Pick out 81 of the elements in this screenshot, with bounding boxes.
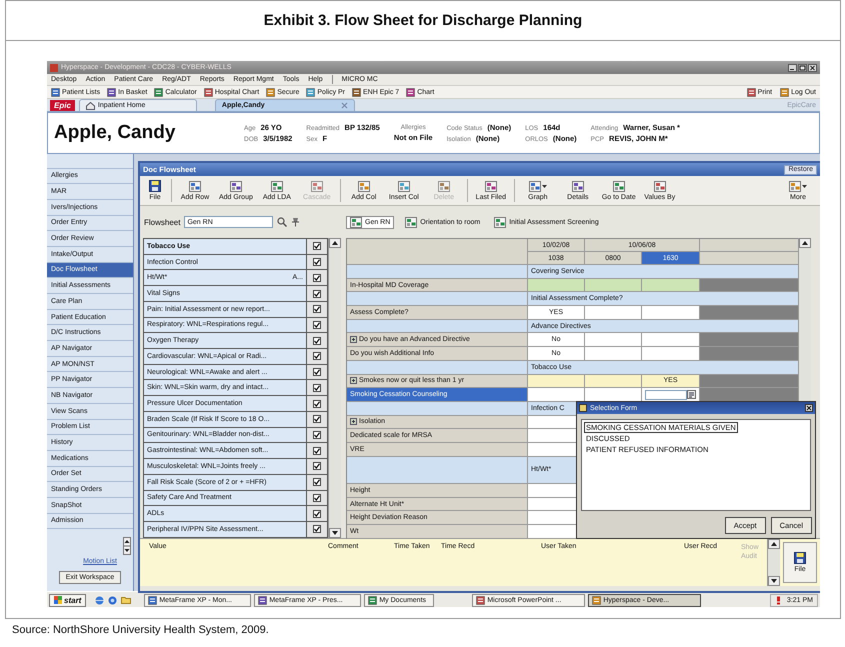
document-icon <box>306 88 316 96</box>
checkbox[interactable] <box>313 336 321 345</box>
minimize-icon[interactable] <box>788 64 797 72</box>
checkbox[interactable] <box>313 352 321 360</box>
grid-icon <box>405 216 418 228</box>
close-icon[interactable] <box>805 404 813 412</box>
arrow-down-icon[interactable] <box>329 528 341 538</box>
plus-box-icon <box>350 418 357 426</box>
document-icon <box>51 88 60 96</box>
maximize-icon[interactable] <box>798 64 807 72</box>
search-icon[interactable] <box>277 217 288 227</box>
arrow-up-icon[interactable] <box>768 539 780 549</box>
folder-icon[interactable] <box>121 596 132 604</box>
checkbox[interactable] <box>313 384 321 392</box>
grid-icon <box>572 180 584 192</box>
checkbox[interactable] <box>313 242 321 250</box>
document-icon <box>592 596 602 604</box>
grid-icon <box>358 180 370 192</box>
checkbox[interactable] <box>313 478 321 486</box>
grid-icon <box>612 180 625 192</box>
document-icon <box>266 88 276 96</box>
document-icon <box>154 88 164 96</box>
document-icon <box>352 88 362 96</box>
grid-icon <box>654 180 666 192</box>
grid-icon <box>310 180 323 192</box>
house-icon <box>86 102 95 110</box>
document-icon <box>204 88 213 96</box>
app-icon <box>50 64 58 72</box>
document-icon <box>148 596 158 604</box>
checkbox[interactable] <box>313 525 321 534</box>
plus-box-icon <box>350 377 357 384</box>
grid-icon <box>189 180 201 192</box>
grid-icon <box>528 180 541 192</box>
checkbox[interactable] <box>313 446 321 455</box>
grid-icon <box>350 216 362 228</box>
scroll-arrows-icon[interactable] <box>123 537 131 556</box>
checkbox[interactable] <box>313 400 321 408</box>
document-icon <box>107 88 116 96</box>
document-icon <box>476 596 486 604</box>
plus-box-icon <box>350 336 357 344</box>
grid-icon <box>494 216 506 228</box>
grid-icon <box>398 180 410 192</box>
exhibit-title: Exhibit 3. Flow Sheet for Discharge Planning <box>264 12 582 29</box>
alert-icon <box>774 596 782 604</box>
close-icon[interactable] <box>808 64 817 72</box>
logo: Epic <box>50 100 75 110</box>
checkbox[interactable] <box>313 305 321 314</box>
start-button[interactable]: start <box>49 594 86 606</box>
globe-icon[interactable] <box>95 596 104 604</box>
checkbox[interactable] <box>313 462 321 470</box>
grid-icon <box>270 180 283 192</box>
document-icon <box>746 88 756 96</box>
list-icon[interactable] <box>687 390 696 400</box>
arrow-up-icon[interactable] <box>329 238 341 248</box>
grid-icon <box>438 180 450 192</box>
flag-icon <box>54 596 62 604</box>
checkbox[interactable] <box>313 258 321 266</box>
patient-name: Apple, Candy <box>54 122 176 144</box>
grid-icon <box>230 180 242 192</box>
form-icon <box>579 404 587 412</box>
checkbox[interactable] <box>313 290 321 298</box>
checkbox[interactable] <box>313 494 321 502</box>
cell-input-field[interactable] <box>645 390 687 400</box>
document-icon <box>258 596 268 604</box>
document-icon <box>780 88 790 96</box>
document-icon <box>368 596 378 604</box>
pin-icon[interactable] <box>291 217 300 227</box>
checkbox[interactable] <box>313 368 321 376</box>
grid-icon <box>484 180 497 192</box>
field-label: Flowsheet <box>144 218 180 226</box>
arrow-down-icon[interactable] <box>768 576 780 586</box>
checkbox[interactable] <box>313 320 321 329</box>
checkbox[interactable] <box>313 274 321 282</box>
grid-icon <box>789 180 801 192</box>
globe-icon[interactable] <box>108 596 118 604</box>
source-note: Source: NorthShore University Health System, 2009. <box>12 624 269 636</box>
document-icon <box>406 88 416 96</box>
checkbox[interactable] <box>313 430 321 439</box>
arrow-up-icon[interactable] <box>799 238 811 248</box>
checkbox[interactable] <box>313 510 321 518</box>
checkbox[interactable] <box>313 415 321 424</box>
